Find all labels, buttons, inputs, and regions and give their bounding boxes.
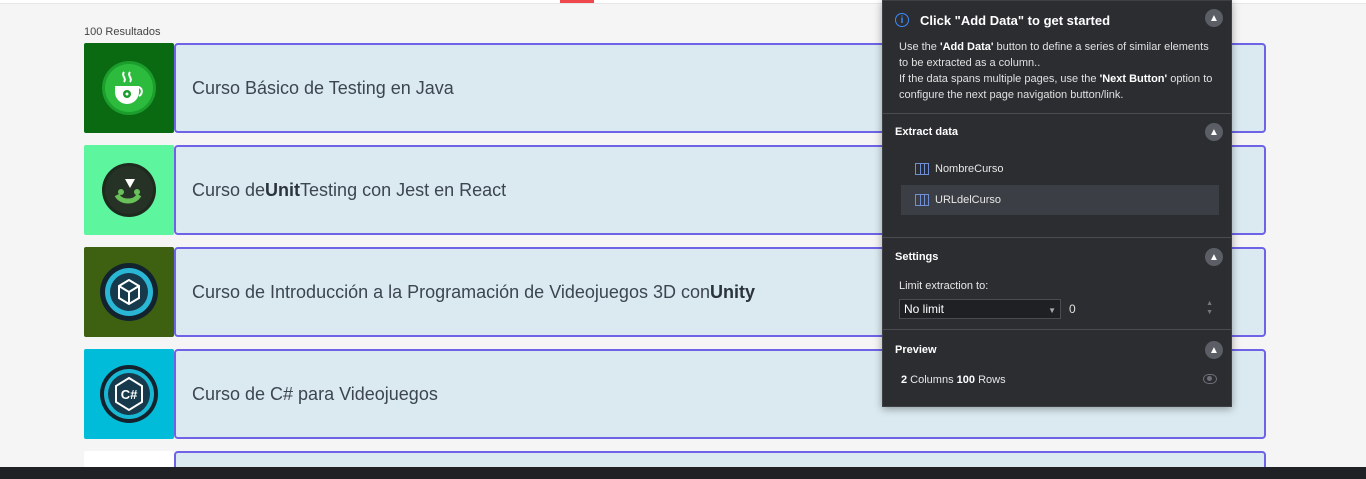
limit-number-input[interactable]: 0 ▲ ▼ xyxy=(1069,299,1219,319)
top-progress-accent xyxy=(560,0,594,3)
svg-text:C#: C# xyxy=(121,387,138,402)
course-title-bold: Unit xyxy=(265,179,301,200)
course-title-card[interactable] xyxy=(174,451,1266,467)
chevron-up-icon: ▲ xyxy=(1209,126,1219,138)
course-title-bold: Unity xyxy=(709,281,755,302)
course-title-post: Testing con Jest en React xyxy=(300,179,507,200)
column-name: URLdelCurso xyxy=(935,194,1002,206)
dropdown-arrow-icon: ▼ xyxy=(1048,306,1056,315)
info-icon: i xyxy=(895,13,909,27)
preview-rows-count: 100 xyxy=(956,374,976,386)
desc-text: If the data spans multiple pages, use th… xyxy=(899,73,1100,85)
jest-icon xyxy=(102,163,156,217)
limit-number-value: 0 xyxy=(1069,302,1076,316)
taskbar xyxy=(0,467,1366,479)
spinner-icon[interactable]: ▲ ▼ xyxy=(1206,299,1213,317)
divider xyxy=(883,329,1231,330)
divider xyxy=(883,113,1231,114)
panel-description: Use the 'Add Data' button to define a se… xyxy=(899,39,1219,103)
table-column-icon xyxy=(915,194,929,206)
course-title-pre: Curso de Introducción a la Programación … xyxy=(192,281,710,302)
chevron-up-icon: ▲ xyxy=(1209,12,1219,24)
preview-columns-label: Columns xyxy=(907,374,957,386)
panel-title: Click "Add Data" to get started xyxy=(920,12,1111,28)
panel-header: i Click "Add Data" to get started xyxy=(895,11,1219,29)
course-title-pre: Curso de xyxy=(192,179,266,200)
eye-icon[interactable] xyxy=(1203,374,1217,384)
preview-title: Preview xyxy=(895,344,937,356)
limit-select-value: No limit xyxy=(904,302,945,316)
data-extraction-panel: i Click "Add Data" to get started ▲ Use … xyxy=(882,0,1232,407)
column-name: NombreCurso xyxy=(935,163,1004,175)
csharp-icon: C# xyxy=(100,365,158,423)
chevron-up-icon: ▲ xyxy=(1209,344,1219,356)
collapse-settings-button[interactable]: ▲ xyxy=(1205,248,1223,266)
preview-rows-label: Rows xyxy=(975,374,1006,386)
course-thumbnail[interactable] xyxy=(84,43,174,133)
course-title-pre: Curso Básico de Testing en Java xyxy=(192,77,454,98)
extract-data-title: Extract data xyxy=(895,126,958,138)
table-column-icon xyxy=(915,163,929,175)
unity-icon xyxy=(100,263,158,321)
desc-next-button: 'Next Button' xyxy=(1099,73,1168,85)
column-item-urldelcurso[interactable]: URLdelCurso xyxy=(901,185,1219,215)
desc-add-data: 'Add Data' xyxy=(939,41,994,53)
collapse-preview-button[interactable]: ▲ xyxy=(1205,341,1223,359)
collapse-extract-button[interactable]: ▲ xyxy=(1205,123,1223,141)
limit-label: Limit extraction to: xyxy=(899,280,989,292)
settings-title: Settings xyxy=(895,251,939,263)
java-testing-icon xyxy=(102,61,156,115)
result-count: 100 Resultados xyxy=(84,26,161,38)
preview-summary: 2 Columns 100 Rows xyxy=(901,374,1006,386)
collapse-header-button[interactable]: ▲ xyxy=(1205,9,1223,27)
desc-text: Use the xyxy=(899,41,940,53)
course-thumbnail[interactable] xyxy=(84,451,174,467)
course-item[interactable] xyxy=(84,451,1266,467)
divider xyxy=(883,237,1231,238)
chevron-up-icon: ▲ xyxy=(1209,251,1219,263)
course-title-pre: Curso de C# para Videojuegos xyxy=(192,383,438,404)
course-thumbnail[interactable] xyxy=(84,145,174,235)
column-item-nombrecurso[interactable]: NombreCurso xyxy=(901,154,1219,184)
course-thumbnail[interactable] xyxy=(84,247,174,337)
limit-select[interactable]: No limit ▼ xyxy=(899,299,1061,319)
course-thumbnail[interactable]: C# xyxy=(84,349,174,439)
